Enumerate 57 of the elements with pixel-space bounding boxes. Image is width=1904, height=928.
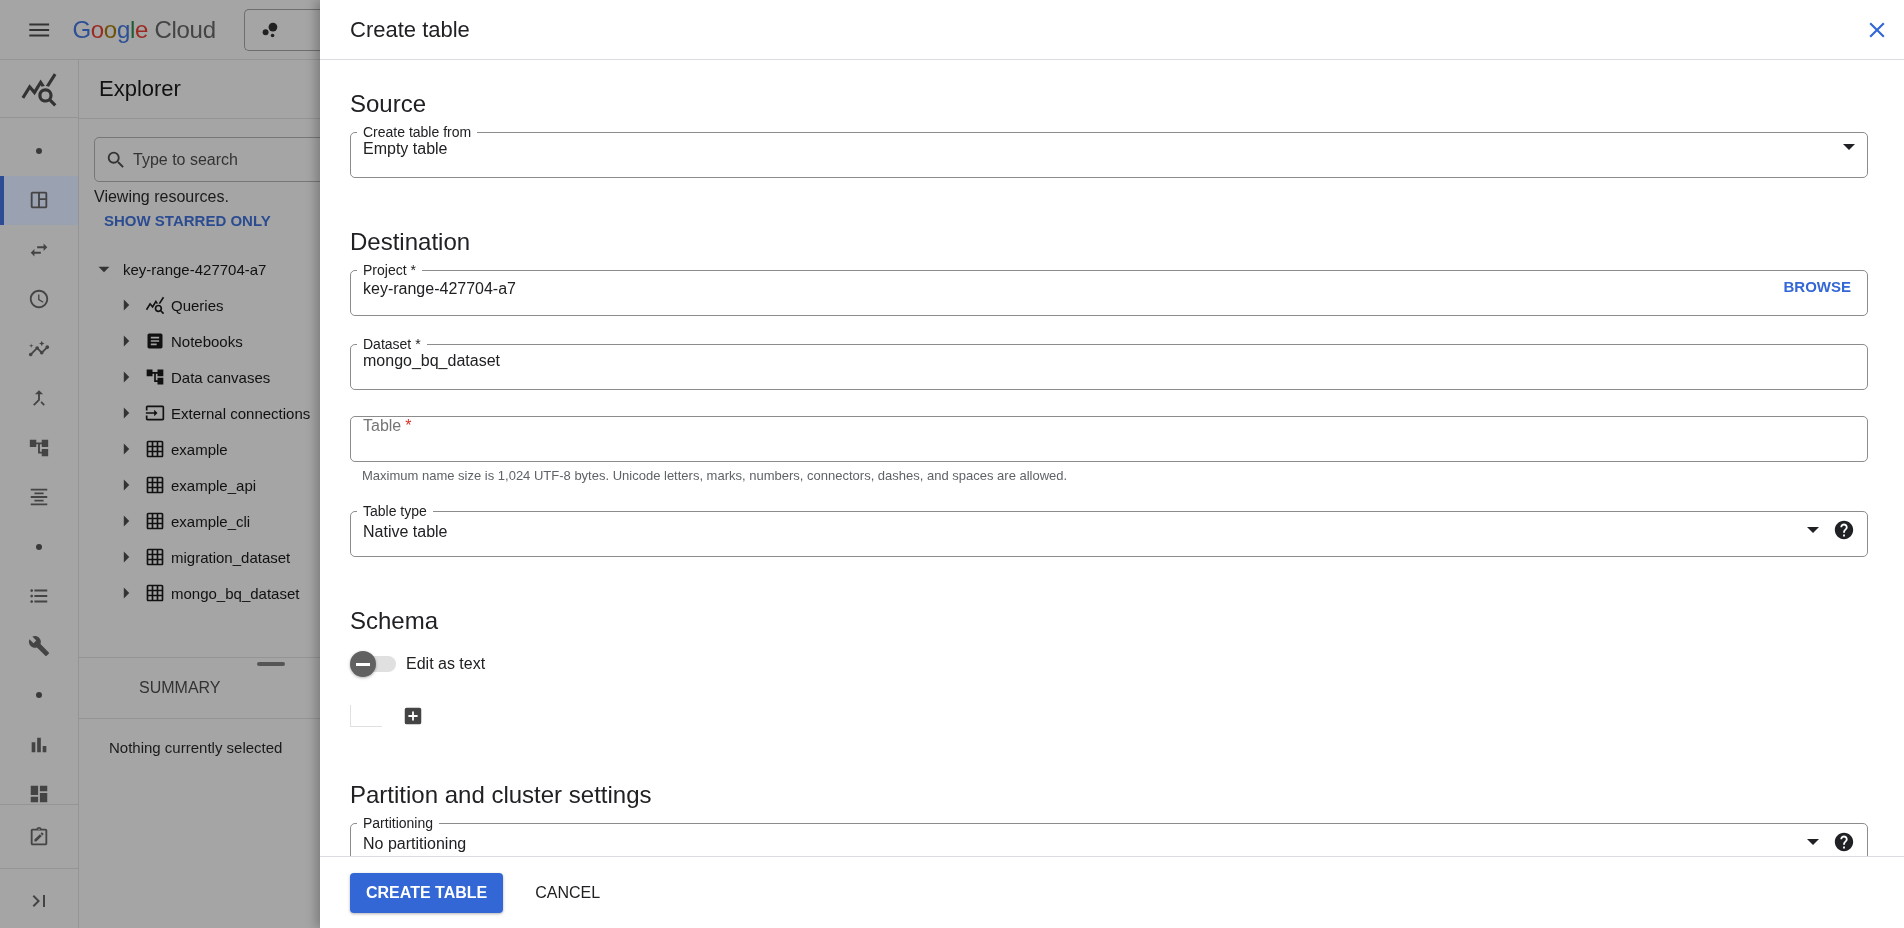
summary-tab[interactable]: SUMMARY <box>139 679 221 697</box>
section-heading: Source <box>350 90 428 118</box>
help-icon[interactable] <box>1833 831 1855 853</box>
select-field[interactable]: Create table from Empty table <box>350 124 1868 178</box>
tree-item[interactable]: External connections <box>79 395 320 431</box>
tree-connector-line <box>350 705 382 727</box>
field-hint: Maximum name size is 1,024 UTF-8 bytes. Unicode letters, marks, numbers, connectors, dashes, and spaces are allowed. <box>362 468 1069 483</box>
input-field[interactable]: Table * <box>350 416 1868 462</box>
rail-item[interactable] <box>0 175 78 225</box>
grid-icon <box>145 475 165 495</box>
tree-item[interactable]: Queries <box>79 287 320 323</box>
hierarchy-icon <box>145 367 165 387</box>
grid-icon <box>145 547 165 567</box>
drawer-title: Create table <box>350 16 470 43</box>
input-field[interactable]: Project * key-range-427704-a7 BROWSE <box>350 262 1868 316</box>
tree-item[interactable]: Data canvases <box>79 359 320 395</box>
connection-icon <box>145 403 165 423</box>
toggle-switch[interactable] <box>350 651 396 677</box>
section-heading: Destination <box>350 228 472 256</box>
dropdown-caret-icon <box>1843 144 1855 150</box>
cancel-button[interactable]: CANCEL <box>519 872 617 913</box>
query-magnifier-icon <box>145 295 165 315</box>
clock-icon <box>28 288 50 311</box>
toggle-label: Edit as text <box>406 655 486 673</box>
tree-item[interactable]: Notebooks <box>79 323 320 359</box>
section-heading: Partition and cluster settings <box>350 781 653 809</box>
panel-title: Explorer <box>99 76 181 102</box>
section-heading: Schema <box>350 607 440 635</box>
dashboard-icon <box>28 783 50 804</box>
grid-icon <box>145 583 165 603</box>
grid-icon <box>145 439 165 459</box>
grid-icon <box>145 511 165 531</box>
dropdown-caret-icon <box>1807 527 1819 533</box>
tree-item[interactable]: example_api <box>79 467 320 503</box>
dropdown-caret-icon <box>1807 839 1819 845</box>
create-table-button[interactable]: CREATE TABLE <box>350 872 504 913</box>
status-text: Viewing resources. <box>94 188 230 206</box>
help-icon[interactable] <box>1833 519 1855 541</box>
dot-icon <box>36 147 42 154</box>
dot-icon <box>36 692 42 699</box>
tree-item[interactable]: example <box>79 431 320 467</box>
notebook-icon <box>145 331 165 351</box>
empty-message: Nothing currently selected <box>109 739 284 756</box>
tree-item[interactable]: key-range-427704-a7 <box>79 251 320 287</box>
dot-icon <box>36 543 42 550</box>
select-field[interactable]: Table type Native table <box>350 503 1868 557</box>
browse-button[interactable]: BROWSE <box>1783 278 1855 303</box>
select-field[interactable]: Partitioning No partitioning <box>350 815 1868 856</box>
input-field[interactable]: Dataset * mongo_bq_dataset <box>350 336 1868 390</box>
drag-handle[interactable] <box>257 662 285 666</box>
wrench-icon <box>28 634 50 657</box>
tree-item[interactable]: example_cli <box>79 503 320 539</box>
tree-item[interactable]: mongo_bq_dataset <box>79 575 320 611</box>
note-icon[interactable] <box>28 825 50 848</box>
brand-logo: Google Cloud <box>72 15 216 44</box>
add-field-button[interactable] <box>402 705 424 727</box>
tree-item[interactable]: migration_dataset <box>79 539 320 575</box>
